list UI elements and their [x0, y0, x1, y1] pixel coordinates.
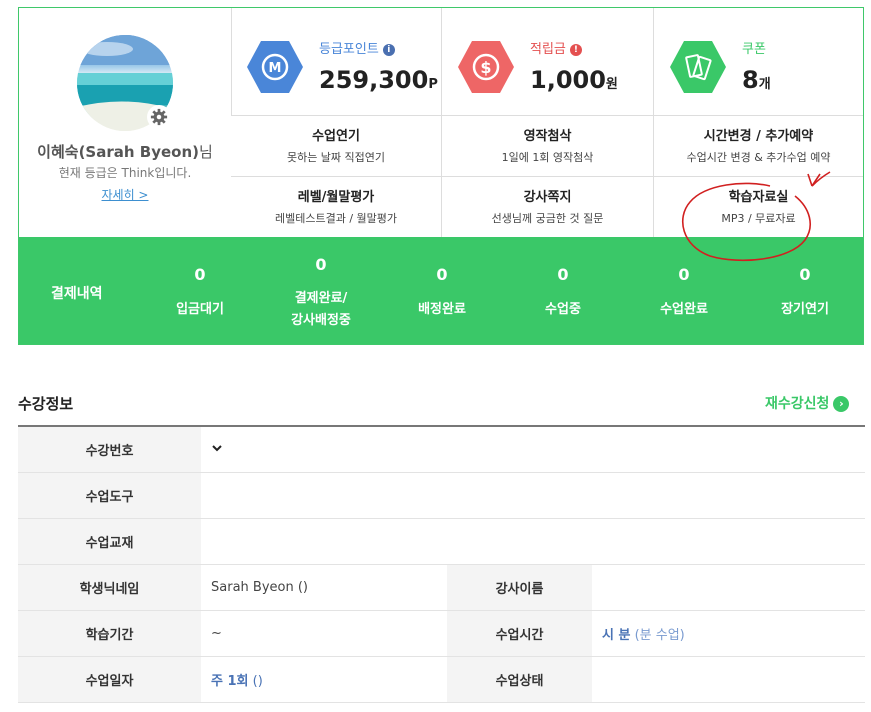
svg-text:M: M [269, 61, 282, 76]
table-row: 수업교재 [18, 518, 865, 565]
menu-writing-correction[interactable]: 영작첨삭 1일에 1회 영작첨삭 [442, 116, 654, 177]
reserve-value: 1,000 [530, 66, 606, 94]
reserve-stat: $ 적립금! 1,000원 [442, 8, 654, 116]
payment-status-pending[interactable]: 0 입금대기 [140, 265, 260, 317]
teacher-value [592, 564, 865, 611]
table-row: 수업일자 주 1회 () 수업상태 [18, 656, 865, 703]
m-hexagon-icon: M [247, 41, 303, 93]
reserve-label: 적립금 [530, 42, 566, 57]
profile-grade: 현재 등급은 Think입니다. [58, 166, 192, 180]
menu-teacher-note[interactable]: 강사쪽지 선생님께 궁금한 것 질문 [442, 177, 654, 237]
course-info-table: 수강번호 수업도구 수업교재 학생닉네임 Sarah Byeon () 강사이름… [18, 425, 865, 703]
coupon-label: 쿠폰 [742, 42, 766, 57]
profile-detail-link[interactable]: 자세히 > [19, 186, 231, 203]
course-info-title: 수강정보 [18, 395, 74, 413]
info-icon[interactable]: i [382, 44, 395, 56]
course-number-select[interactable] [201, 426, 865, 473]
settings-gear-icon[interactable] [147, 105, 171, 129]
reenroll-button[interactable]: 재수강신청 › [765, 393, 850, 413]
info-icon[interactable]: ! [569, 44, 582, 56]
period-value: ~ [201, 610, 447, 657]
svg-text:$: $ [480, 58, 491, 77]
payment-status-completed[interactable]: 0 수업완료 [624, 265, 744, 317]
chevron-down-icon[interactable] [211, 443, 223, 453]
table-row: 수업도구 [18, 472, 865, 519]
coupon-stat: 쿠폰 8개 [654, 8, 863, 116]
grade-point-label: 등급포인트 [319, 42, 379, 57]
class-time-value: 시 분 (분 수업) [592, 610, 865, 657]
coupon-hexagon-icon [670, 41, 726, 93]
payment-status-in-class[interactable]: 0 수업중 [503, 265, 623, 317]
grade-point-value: 259,300 [319, 66, 429, 94]
hand-drawn-annotation [681, 171, 831, 262]
grade-point-stat: M 등급포인트 i 259,300P [231, 8, 442, 116]
coupon-value: 8 [742, 66, 759, 94]
days-value: 주 1회 () [201, 656, 447, 703]
arrow-right-icon: › [833, 396, 850, 412]
table-row: 수강번호 [18, 426, 865, 473]
table-row: 학생닉네임 Sarah Byeon () 강사이름 [18, 564, 865, 611]
payment-status-assigned[interactable]: 0 배정완료 [382, 265, 502, 317]
profile-card: 이혜숙(Sarah Byeon)님 현재 등급은 Think입니다. 자세히 > [19, 8, 232, 237]
nickname-value: Sarah Byeon () [201, 564, 447, 611]
payment-status-long-postpone[interactable]: 0 장기연기 [745, 265, 865, 317]
dollar-hexagon-icon: $ [458, 41, 514, 93]
payment-status-assigning[interactable]: 0 결제완료/ 강사배정중 [261, 255, 381, 328]
payment-label: 결제내역 [51, 286, 103, 302]
menu-postpone[interactable]: 수업연기 못하는 날짜 직접연기 [231, 116, 442, 177]
status-value [592, 656, 865, 703]
profile-name: 이혜숙(Sarah Byeon)님 [37, 143, 213, 161]
table-row: 학습기간 ~ 수업시간 시 분 (분 수업) [18, 610, 865, 657]
menu-level-test[interactable]: 레벨/월말평가 레벨테스트결과 / 월말평가 [231, 177, 442, 237]
